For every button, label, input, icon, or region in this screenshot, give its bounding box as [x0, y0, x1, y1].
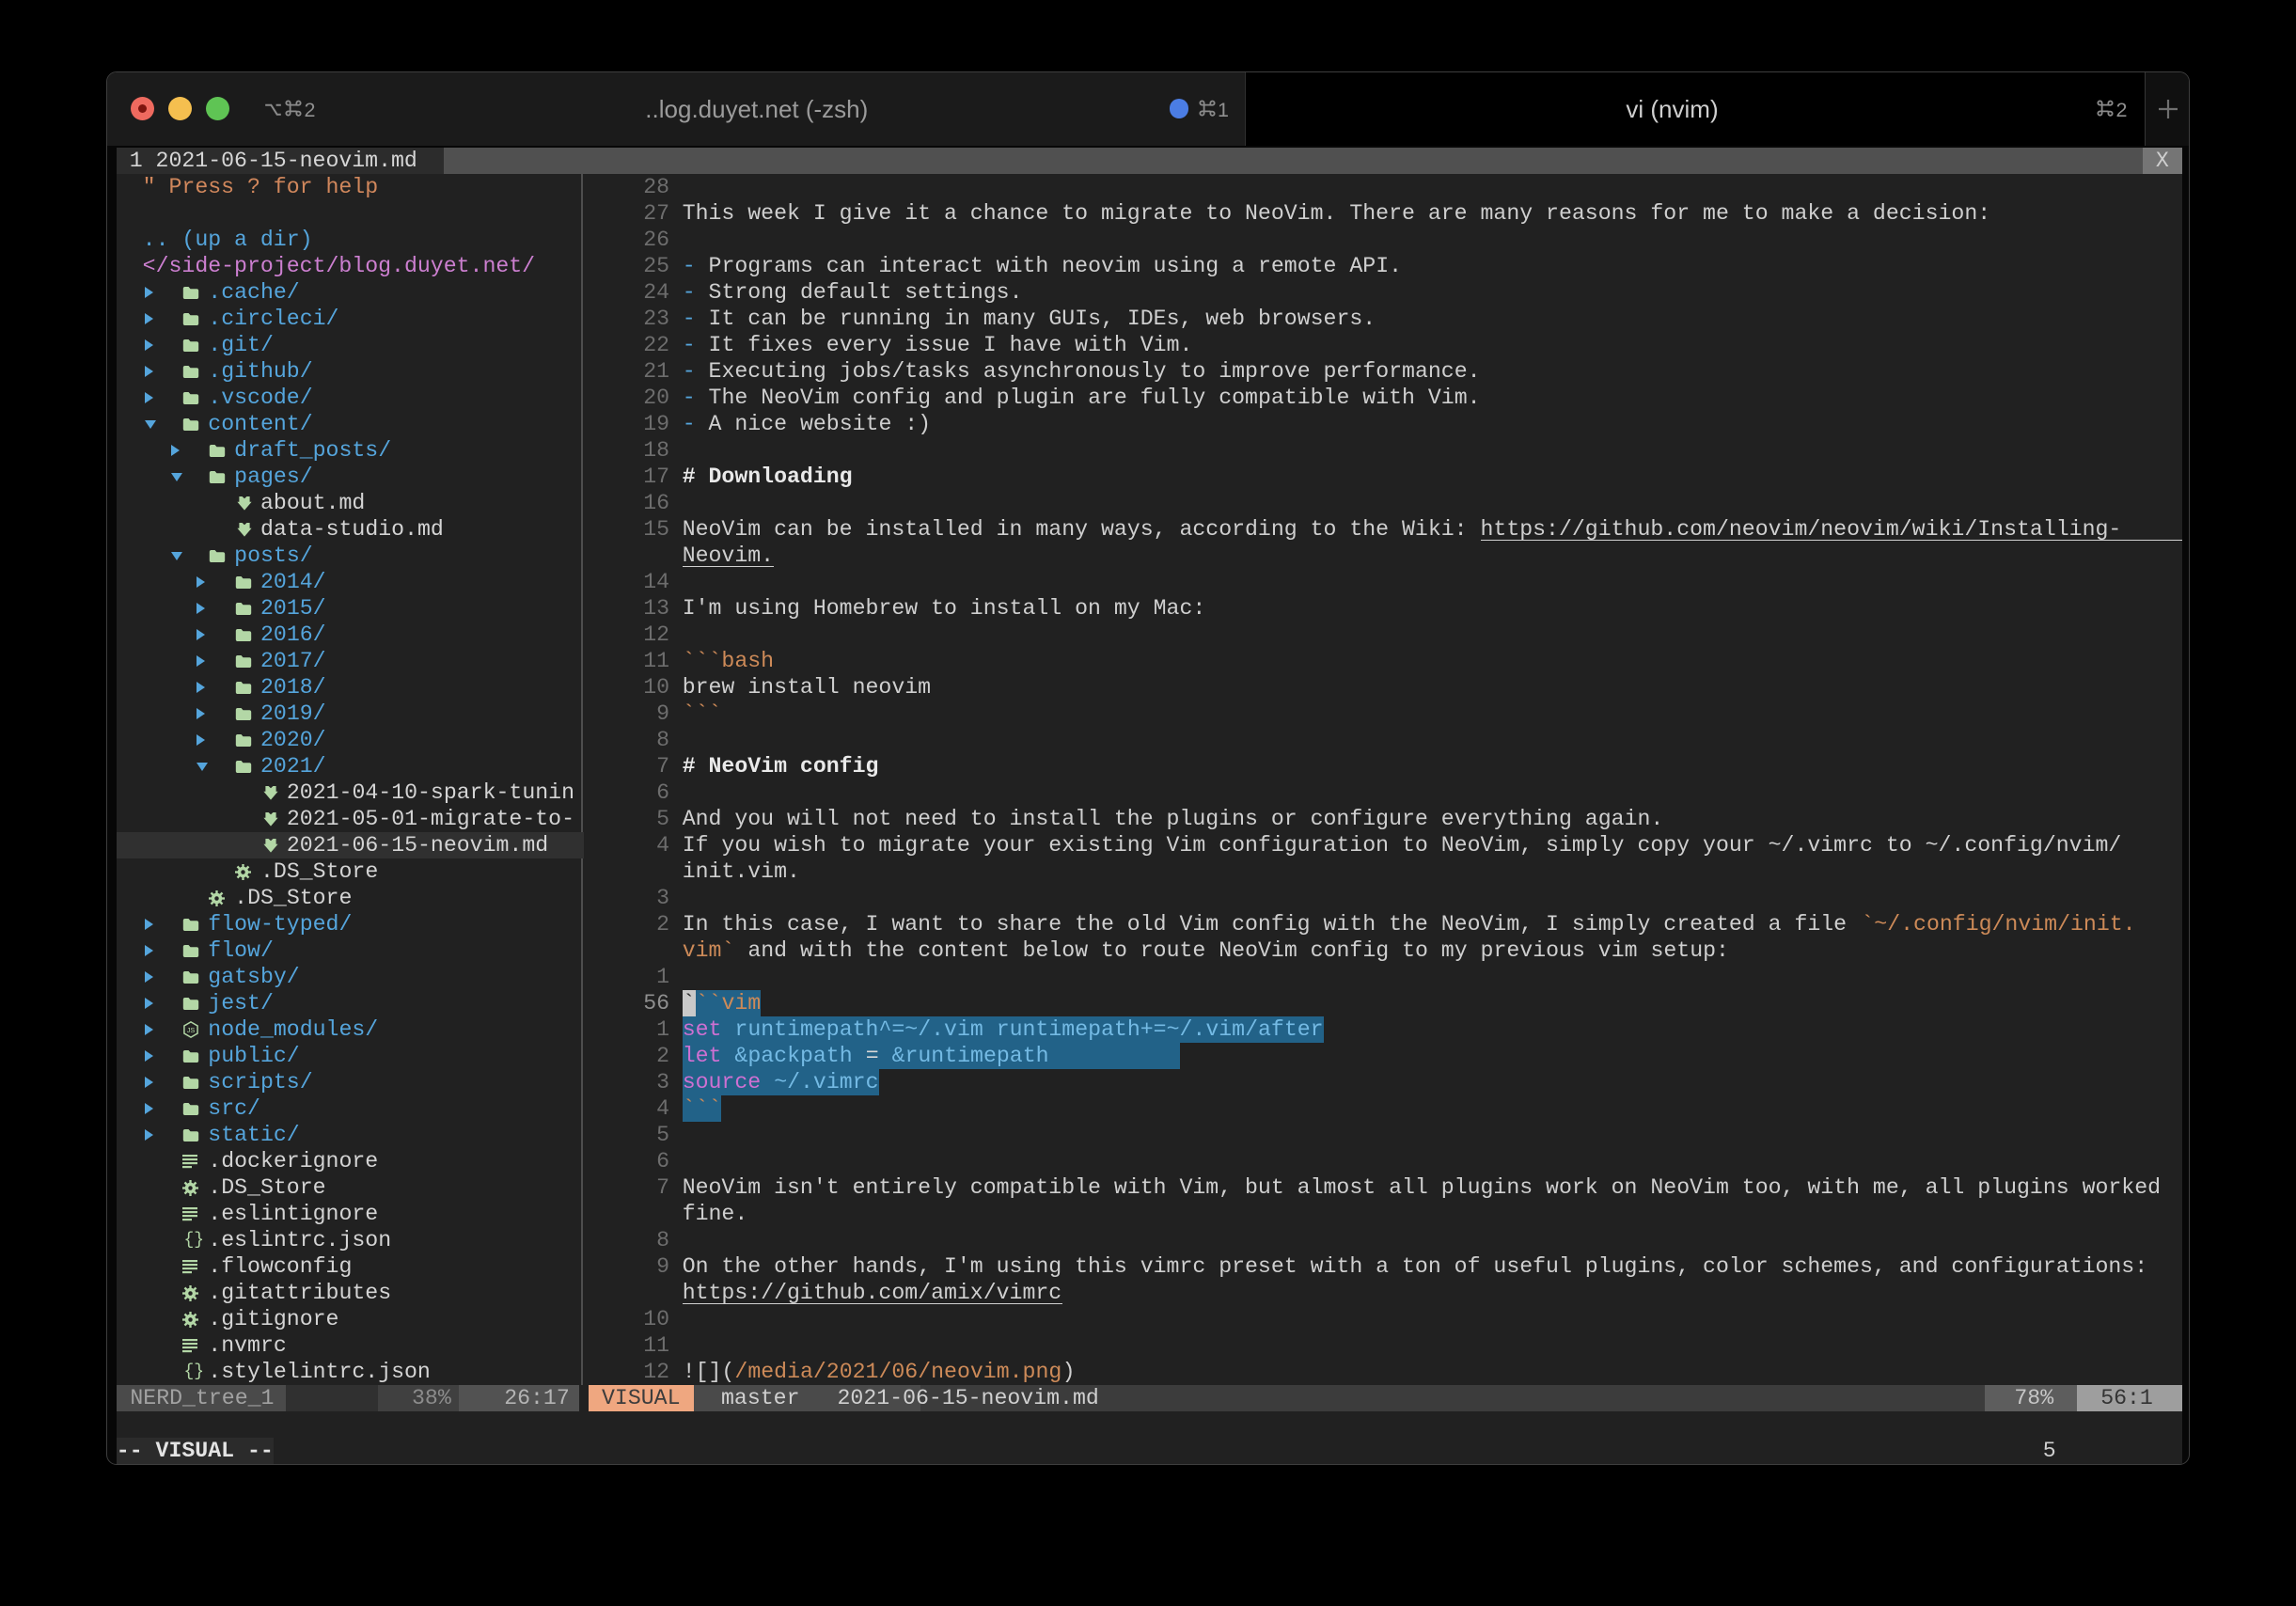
svg-text:JS: JS — [187, 1026, 196, 1034]
